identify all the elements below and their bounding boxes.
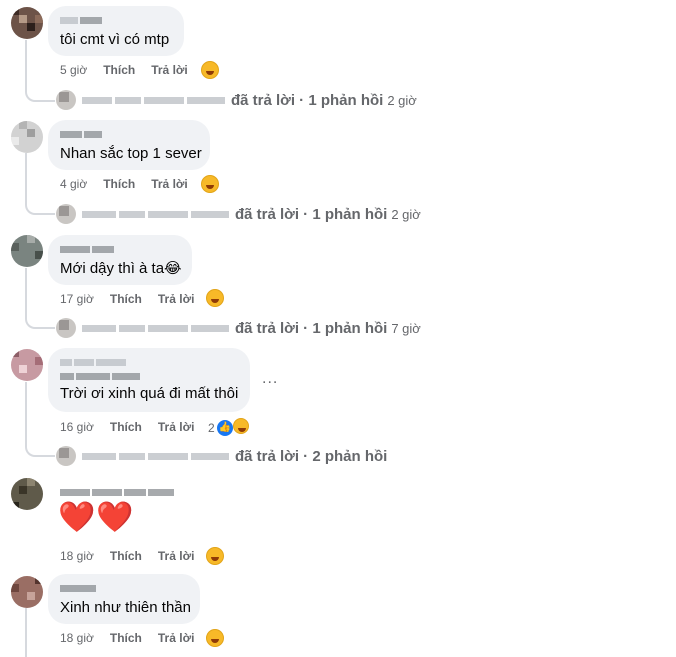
reply-summary[interactable]: đã trả lời · 1 phản hồi [231,92,383,109]
comment-meta: 18 giờ Thích Trả lời [60,631,210,645]
thread-line [25,40,27,90]
reaction-count[interactable]: 2 👍 [208,420,233,436]
laugh-emoji-icon[interactable] [206,289,224,307]
replier-name [82,324,229,332]
thread-line [25,608,27,657]
view-replies[interactable]: đã trả lời · 1 phản hồi 7 giờ [56,318,421,338]
avatar[interactable] [11,349,43,381]
author-subtitle [60,370,238,382]
like-button[interactable]: Thích [110,631,142,645]
care-emoji-icon[interactable] [206,629,224,647]
reply-summary[interactable]: đã trả lời · 1 phản hồi [235,206,387,223]
comment-bubble: Mới dậy thì à ta😂 [48,235,192,285]
author-name[interactable] [60,356,238,368]
avatar[interactable] [11,235,43,267]
view-replies[interactable]: đã trả lời · 2 phản hồi [56,446,387,466]
thread-line [25,153,27,203]
reply-button[interactable]: Trả lời [151,63,188,77]
more-options-icon[interactable]: ... [262,370,278,388]
avatar[interactable] [11,121,43,153]
reply-time: 2 giờ [391,206,421,222]
avatar[interactable] [11,7,43,39]
comment-text: Nhan sắc top 1 sever [60,145,202,162]
reply-button[interactable]: Trả lời [151,177,188,191]
reply-button[interactable]: Trả lời [158,549,195,563]
timestamp[interactable]: 18 giờ [60,549,94,563]
comment-text: tôi cmt vì có mtp [60,31,170,48]
comment-bubble: Trời ơi xinh quá đi mất thôi [48,348,250,412]
avatar [56,90,76,110]
reply-button[interactable]: Trả lời [158,292,195,306]
replier-name [82,96,225,104]
avatar [56,318,76,338]
author-name[interactable] [60,582,188,594]
like-button[interactable]: Thích [110,549,142,563]
avatar [56,204,76,224]
like-button[interactable]: Thích [110,420,142,434]
comment-text: Mới dậy thì à ta😂 [60,260,182,277]
author-name[interactable] [60,128,198,140]
view-replies[interactable]: đã trả lời · 1 phản hồi 2 giờ [56,204,421,224]
comment-text: Xinh như thiên thần [60,599,191,616]
author-name[interactable] [60,243,180,255]
reply-button[interactable]: Trả lời [158,420,195,434]
reaction-count-number: 2 [208,421,215,435]
thread-line [25,268,27,318]
thread-hook [25,203,55,215]
comment-bubble: Nhan sắc top 1 sever [48,120,210,170]
timestamp[interactable]: 18 giờ [60,631,94,645]
care-emoji-icon [233,418,249,434]
author-name[interactable] [60,486,174,498]
avatar[interactable] [11,576,43,608]
comment-meta: 17 giờ Thích Trả lời [60,292,210,306]
comment-meta: 4 giờ Thích Trả lời [60,177,204,191]
view-replies[interactable]: đã trả lời · 1 phản hồi 2 giờ [56,90,417,110]
like-icon: 👍 [216,420,233,436]
reply-summary[interactable]: đã trả lời · 1 phản hồi [235,320,387,337]
reply-time: 2 giờ [387,92,417,108]
like-button[interactable]: Thích [110,292,142,306]
avatar[interactable] [11,478,43,510]
reply-time: 7 giờ [391,320,421,336]
reply-button[interactable]: Trả lời [158,631,195,645]
laugh-emoji-icon[interactable] [201,175,219,193]
author-name[interactable] [60,14,172,26]
comment-bubble: tôi cmt vì có mtp [48,6,184,56]
thread-line [25,382,27,446]
comment-meta: 18 giờ Thích Trả lời [60,549,210,563]
comment-meta: 5 giờ Thích Trả lời [60,63,204,77]
like-button[interactable]: Thích [103,177,135,191]
timestamp[interactable]: 16 giờ [60,420,94,434]
comment-meta: 16 giờ Thích Trả lời [60,420,210,434]
replier-name [82,452,229,460]
like-button[interactable]: Thích [103,63,135,77]
thread-hook [25,317,55,329]
comment-text: Trời ơi xinh quá đi mất thôi [60,385,239,402]
timestamp[interactable]: 5 giờ [60,63,87,77]
thread-hook [25,445,55,457]
thread-hook [25,90,55,102]
comment-bubble: Xinh như thiên thần [48,574,200,624]
replier-name [82,210,229,218]
timestamp[interactable]: 17 giờ [60,292,94,306]
care-emoji-icon[interactable] [201,61,219,79]
reply-summary[interactable]: đã trả lời · 2 phản hồi [235,448,387,465]
care-emoji-icon[interactable] [206,547,224,565]
comment-text: ❤️❤️ [58,501,135,534]
timestamp[interactable]: 4 giờ [60,177,87,191]
avatar [56,446,76,466]
